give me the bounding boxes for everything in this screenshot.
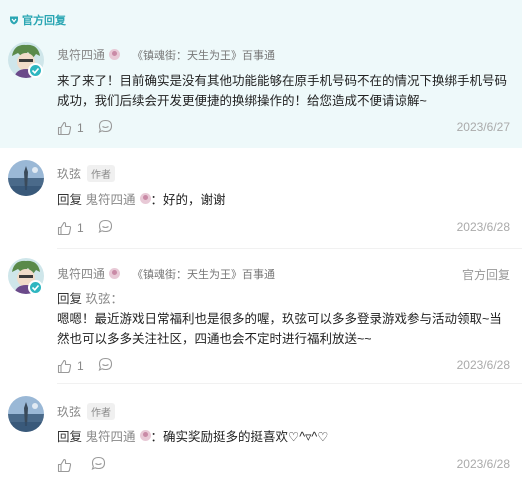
heart-shield-icon <box>10 16 18 25</box>
like-count: 1 <box>77 359 84 373</box>
official-reply-label: 官方回复 <box>22 15 66 27</box>
like-button[interactable]: 1 <box>57 221 84 236</box>
avatar[interactable] <box>8 396 44 432</box>
comment-header: 玖弦 作者 <box>57 403 116 420</box>
divider <box>57 383 522 384</box>
comment-text: 回复 鬼符四通 ：好的，谢谢 <box>57 190 512 210</box>
like-count: 1 <box>77 121 84 135</box>
thumbs-up-icon <box>57 221 72 235</box>
comment-date: 2023/6/27 <box>456 120 510 134</box>
comment-header: 鬼符四通 《镇魂街：天生为王》百事通 <box>57 265 275 282</box>
comment-actions: 1 <box>57 119 113 137</box>
divider <box>57 248 522 249</box>
username[interactable]: 玖弦 <box>57 403 81 420</box>
verified-badge-icon <box>28 63 43 78</box>
like-button[interactable]: 1 <box>57 359 84 374</box>
reply-prefix: 回复 <box>57 193 83 207</box>
channel-name[interactable]: 《镇魂街：天生为王》百事通 <box>132 47 275 63</box>
like-button[interactable] <box>57 458 77 473</box>
gender-icon <box>109 49 121 60</box>
comment-text: 回复 鬼符四通 ：确实奖励挺多的挺喜欢♡^▿^♡ <box>57 427 512 447</box>
thumbs-up-icon <box>57 458 72 472</box>
username[interactable]: 鬼符四通 <box>57 46 105 63</box>
verified-badge-icon <box>28 280 43 295</box>
comment-text: 来了来了！目前确实是没有其他功能能够在原手机号码不在的情况下换绑手机号码成功，我… <box>57 74 508 108</box>
comment-bubble-icon <box>91 456 106 471</box>
reply-body: 嗯嗯！最近游戏日常福利也是很多的喔，玖弦可以多多登录游戏参与活动领取~当然也可以… <box>57 312 502 346</box>
official-reply-label: 官方回复 <box>461 268 510 282</box>
reply-prefix: 回复 <box>57 430 83 444</box>
reply-to-user[interactable]: 鬼符四通 <box>86 193 136 207</box>
like-button[interactable]: 1 <box>57 121 84 136</box>
comment-date: 2023/6/28 <box>456 220 510 234</box>
gender-icon <box>109 268 121 279</box>
comment-date: 2023/6/28 <box>456 358 510 372</box>
comment-header: 鬼符四通 《镇魂街：天生为王》百事通 <box>57 46 275 63</box>
comment-bubble-icon <box>98 119 112 134</box>
official-reply-block: 官方回复 鬼符四通 《镇魂街：天生为王》百事通 来了来了！目前确实是没有其他功能… <box>0 0 522 148</box>
reply-button[interactable] <box>98 119 113 137</box>
comment-bubble-icon <box>98 219 112 234</box>
thumbs-up-icon <box>57 359 72 373</box>
username[interactable]: 鬼符四通 <box>57 265 105 282</box>
reply-prefix: 回复 <box>57 292 83 306</box>
username[interactable]: 玖弦 <box>57 165 81 182</box>
gender-icon <box>139 193 151 204</box>
reply-body: ：好的，谢谢 <box>150 193 226 207</box>
reply-body: ：确实奖励挺多的挺喜欢♡^▿^♡ <box>150 430 329 444</box>
comment-bubble-icon <box>98 357 112 372</box>
comment-actions: 1 <box>57 219 113 237</box>
comment-date: 2023/6/28 <box>456 457 510 471</box>
comment-actions <box>57 456 106 474</box>
official-reply-tag: 官方回复 <box>9 12 66 28</box>
avatar[interactable] <box>8 160 44 196</box>
gender-icon <box>139 430 151 441</box>
author-badge: 作者 <box>87 165 116 182</box>
comment-text: 回复 玖弦： 嗯嗯！最近游戏日常福利也是很多的喔，玖弦可以多多登录游戏参与活动领… <box>57 289 512 349</box>
like-count: 1 <box>77 221 84 235</box>
reply-button[interactable] <box>98 219 113 237</box>
comment-actions: 1 <box>57 357 113 375</box>
reply-button[interactable] <box>98 357 113 375</box>
channel-name[interactable]: 《镇魂街：天生为王》百事通 <box>132 266 275 282</box>
reply-button[interactable] <box>91 456 106 474</box>
thumbs-up-icon <box>57 121 72 135</box>
author-badge: 作者 <box>87 403 116 420</box>
comment-header: 玖弦 作者 <box>57 165 116 182</box>
reply-to-user[interactable]: 鬼符四通 <box>86 430 136 444</box>
reply-to-user[interactable]: 玖弦： <box>86 292 124 306</box>
